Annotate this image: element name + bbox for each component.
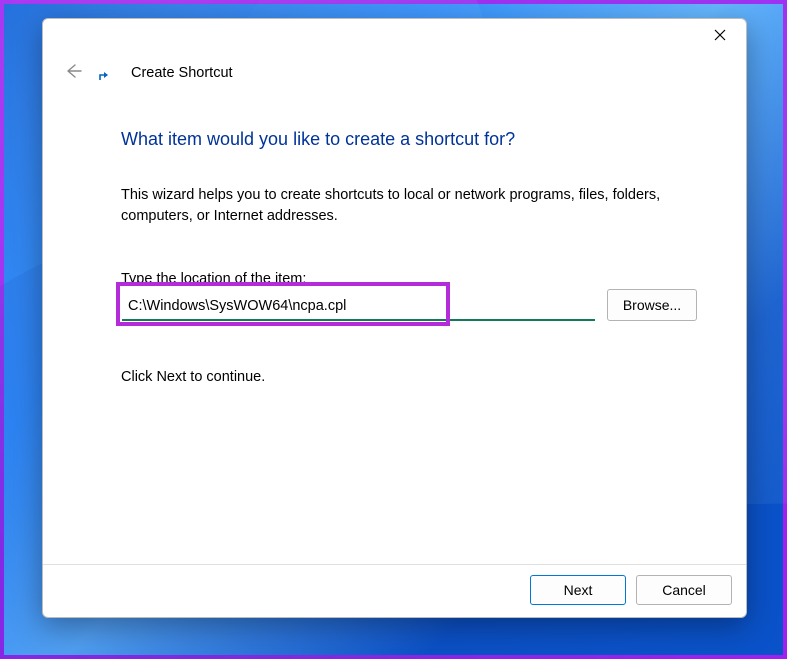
close-button[interactable] [698,21,742,53]
location-field-label: Type the location of the item: [121,271,306,287]
cancel-button[interactable]: Cancel [636,575,732,605]
back-button[interactable] [61,61,85,85]
shortcut-icon [99,65,117,81]
continue-instruction: Click Next to continue. [121,369,265,385]
close-icon [714,28,726,46]
create-shortcut-dialog: Create Shortcut What item would you like… [42,18,747,618]
dialog-header: Create Shortcut [61,61,233,85]
dialog-footer: Next Cancel [530,575,732,605]
dialog-title: Create Shortcut [131,65,233,81]
back-arrow-icon [63,61,83,86]
next-button[interactable]: Next [530,575,626,605]
wizard-heading: What item would you like to create a sho… [121,129,515,150]
wizard-description: This wizard helps you to create shortcut… [121,185,681,227]
browse-button[interactable]: Browse... [607,289,697,321]
footer-separator [43,564,746,565]
location-input[interactable] [122,293,595,321]
screenshot-frame: Create Shortcut What item would you like… [0,0,787,659]
